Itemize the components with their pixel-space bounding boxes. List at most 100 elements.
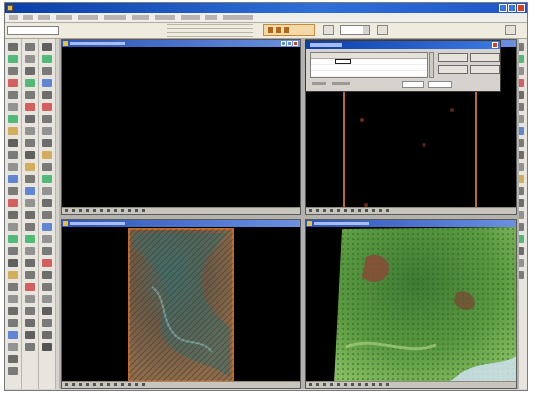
menu-item-6[interactable] [104,15,126,20]
status-icon[interactable] [337,383,340,386]
status-icon[interactable] [351,383,354,386]
tool-icon[interactable] [42,67,52,75]
menu-item-10[interactable] [205,15,217,20]
menu-item-11[interactable] [223,15,253,20]
tool-icon[interactable] [25,211,35,219]
tool-icon[interactable] [42,343,52,351]
status-icon[interactable] [344,209,347,212]
tool-icon[interactable] [8,247,18,255]
panel-toggle-button[interactable] [505,25,516,35]
tool-icon[interactable] [25,295,35,303]
tool-icon[interactable] [25,163,35,171]
mode-select[interactable] [340,25,370,35]
tool-icon[interactable] [25,91,35,99]
tool-icon[interactable] [8,331,18,339]
tool-icon[interactable] [8,343,18,351]
menu-item-9[interactable] [181,15,200,20]
tool-icon[interactable] [42,115,52,123]
tool-icon[interactable] [8,283,18,291]
tool-icon[interactable] [25,247,35,255]
menu-item-5[interactable] [78,15,98,20]
dialog-button-4[interactable] [470,65,500,74]
status-icon[interactable] [344,383,347,386]
tool-icon[interactable] [8,199,18,207]
tool-icon[interactable] [25,139,35,147]
tool-icon[interactable] [25,307,35,315]
status-icon[interactable] [365,383,368,386]
tool-icon[interactable] [8,271,18,279]
tool-icon[interactable] [8,163,18,171]
status-icon[interactable] [72,209,75,212]
minimize-icon[interactable] [499,4,507,12]
status-icon[interactable] [351,209,354,212]
status-icon[interactable] [93,209,96,212]
status-icon[interactable] [128,209,131,212]
status-icon[interactable] [107,383,110,386]
status-icon[interactable] [79,383,82,386]
status-icon[interactable] [121,209,124,212]
tool-icon[interactable] [8,55,18,63]
status-icon[interactable] [372,383,375,386]
tool-icon[interactable] [25,151,35,159]
status-icon[interactable] [142,383,145,386]
status-icon[interactable] [65,383,68,386]
tool-icon[interactable] [42,271,52,279]
menu-item-8[interactable] [155,15,175,20]
status-icon[interactable] [323,209,326,212]
status-icon[interactable] [330,383,333,386]
tool-icon[interactable] [42,187,52,195]
status-icon[interactable] [100,209,103,212]
menu-item-3[interactable] [38,15,50,20]
tool-icon[interactable] [25,103,35,111]
status-icon[interactable] [316,383,319,386]
viewer-4-canvas[interactable] [306,227,516,384]
status-icon[interactable] [135,383,138,386]
viewer-3[interactable] [61,219,301,389]
tool-icon[interactable] [42,211,52,219]
tool-icon[interactable] [8,355,18,363]
tool-icon[interactable] [8,43,18,51]
dialog-select[interactable] [402,81,424,88]
viewer-1-title-bar[interactable] [62,40,300,47]
toolbar-button[interactable] [323,25,334,35]
viewer-3-canvas[interactable] [62,227,300,382]
status-icon[interactable] [316,209,319,212]
tool-icon[interactable] [25,187,35,195]
tool-icon[interactable] [42,331,52,339]
close-icon[interactable] [293,41,298,46]
status-icon[interactable] [107,209,110,212]
tool-icon[interactable] [8,79,18,87]
tool-icon[interactable] [25,271,35,279]
tool-icon[interactable] [8,175,18,183]
tool-icon[interactable] [42,91,52,99]
viewer-3-title-bar[interactable] [62,220,300,227]
dialog-button-1[interactable] [438,53,468,62]
tool-icon[interactable] [8,139,18,147]
tool-icon[interactable] [25,55,35,63]
tool-icon[interactable] [8,187,18,195]
tool-icon[interactable] [42,79,52,87]
tool-icon[interactable] [42,43,52,51]
tool-icon[interactable] [42,163,52,171]
viewer-1[interactable] [61,39,301,215]
tool-icon[interactable] [25,319,35,327]
status-icon[interactable] [135,209,138,212]
tool-icon[interactable] [8,67,18,75]
menu-item-1[interactable] [9,15,18,20]
dialog-title-bar[interactable] [306,41,500,49]
viewer-4-title-bar[interactable] [306,220,516,227]
tool-icon[interactable] [8,115,18,123]
status-icon[interactable] [86,209,89,212]
status-icon[interactable] [386,383,389,386]
tool-icon[interactable] [25,79,35,87]
table-scrollbar[interactable] [429,52,434,78]
status-icon[interactable] [330,209,333,212]
tool-icon[interactable] [8,211,18,219]
tool-icon[interactable] [8,103,18,111]
status-icon[interactable] [358,383,361,386]
status-icon[interactable] [372,209,375,212]
menu-item-7[interactable] [132,15,149,20]
status-icon[interactable] [114,209,117,212]
tool-icon[interactable] [42,139,52,147]
maximize-icon[interactable] [508,4,516,12]
